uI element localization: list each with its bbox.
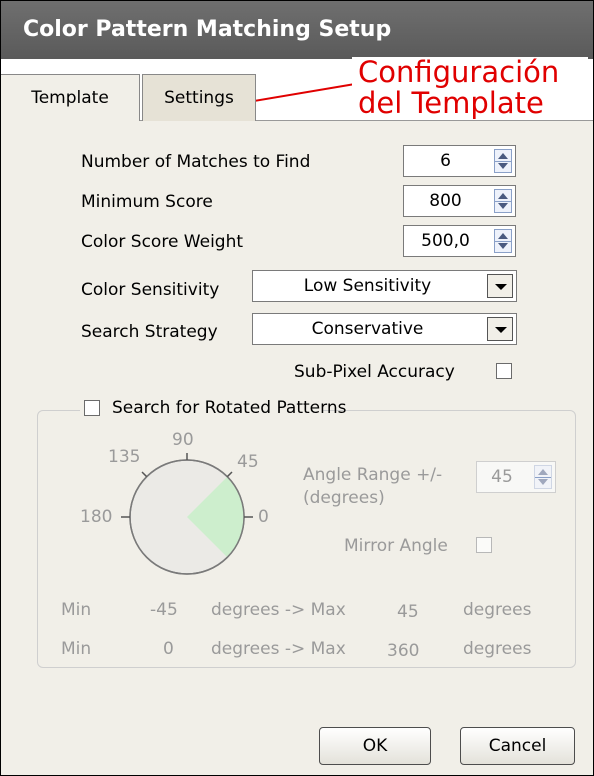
row2-min-value: 0 <box>163 639 174 659</box>
color-weight-stepper[interactable] <box>494 229 512 253</box>
angle-range-unit-label: (degrees) <box>303 488 385 508</box>
rotation-checkbox[interactable] <box>84 400 100 416</box>
strategy-value[interactable]: Conservative <box>253 314 482 344</box>
dial-label-45: 45 <box>237 452 259 472</box>
tab-template[interactable]: Template <box>1 74 140 121</box>
sensitivity-select[interactable]: Low Sensitivity <box>252 270 517 302</box>
row1-mid-label: degrees -> Max <box>211 600 346 620</box>
chevron-down-icon[interactable] <box>487 317 513 341</box>
color-weight-spinbox[interactable]: 500,0 <box>403 225 516 257</box>
angle-range-label: Angle Range +/- <box>303 465 443 485</box>
dial-label-180: 180 <box>80 507 113 527</box>
dial-label-90: 90 <box>172 430 194 450</box>
angle-range-stepper[interactable] <box>534 465 552 489</box>
matches-spinbox[interactable]: 6 <box>403 145 516 177</box>
dial-label-0: 0 <box>258 507 269 527</box>
annotation-line-1: Configuración <box>358 55 560 89</box>
matches-label: Number of Matches to Find <box>81 152 311 172</box>
strategy-label: Search Strategy <box>81 322 218 342</box>
mirror-angle-label: Mirror Angle <box>344 536 448 556</box>
annotation-text: Configuración del Template <box>352 57 588 121</box>
cancel-button[interactable]: Cancel <box>460 727 575 765</box>
color-weight-value[interactable]: 500,0 <box>404 226 487 256</box>
ok-button[interactable]: OK <box>319 727 431 765</box>
row1-unit-label: degrees <box>463 600 532 620</box>
rotation-group-header: Search for Rotated Patterns <box>80 397 346 421</box>
rotation-title: Search for Rotated Patterns <box>112 398 347 418</box>
angle-range-value[interactable]: 45 <box>477 462 527 492</box>
annotation-line-2: del Template <box>358 86 544 120</box>
sensitivity-value[interactable]: Low Sensitivity <box>253 271 482 301</box>
title-bar: Color Pattern Matching Setup <box>1 1 593 59</box>
row1-min-value: -45 <box>150 600 178 620</box>
row2-max-value: 360 <box>387 641 420 661</box>
min-score-spinbox[interactable]: 800 <box>403 185 516 217</box>
mirror-angle-checkbox[interactable] <box>476 537 492 553</box>
row1-max-value: 45 <box>397 602 419 622</box>
matches-stepper[interactable] <box>494 149 512 173</box>
sensitivity-label: Color Sensitivity <box>81 280 220 300</box>
min-score-value[interactable]: 800 <box>404 186 487 216</box>
min-score-stepper[interactable] <box>494 189 512 213</box>
row1-min-label: Min <box>61 600 92 620</box>
annotation-arrow <box>247 83 356 103</box>
row2-min-label: Min <box>61 639 92 659</box>
subpixel-label: Sub-Pixel Accuracy <box>294 362 455 382</box>
color-weight-label: Color Score Weight <box>81 232 244 252</box>
min-score-label: Minimum Score <box>81 192 213 212</box>
matches-value[interactable]: 6 <box>404 146 487 176</box>
window-title: Color Pattern Matching Setup <box>23 17 392 42</box>
chevron-down-icon[interactable] <box>487 274 513 298</box>
dial-label-135: 135 <box>108 447 141 467</box>
row2-unit-label: degrees <box>463 639 532 659</box>
subpixel-checkbox[interactable] <box>496 363 512 379</box>
angle-range-spinbox[interactable]: 45 <box>476 461 556 493</box>
tab-settings[interactable]: Settings <box>142 74 256 121</box>
strategy-select[interactable]: Conservative <box>252 313 517 345</box>
row2-mid-label: degrees -> Max <box>211 639 346 659</box>
